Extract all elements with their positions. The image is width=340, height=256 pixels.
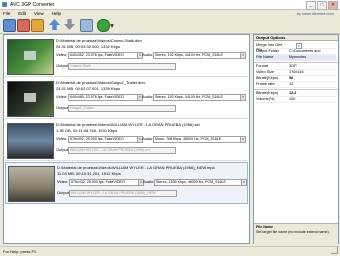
file-info: 04:31 MB, 00:03:32.000, 1332 Kbps xyxy=(56,44,121,49)
audio-field[interactable]: Stereo, 192 Kbps, 44100 Hz, PCM_S16LE ▾ xyxy=(153,52,246,59)
description-text: Set target file name (no include extend … xyxy=(256,230,330,234)
audio-label: Audio: xyxy=(143,179,155,184)
file-list: D:\Material de pruebas\Videos\Cosmo-Stal… xyxy=(3,34,250,244)
option-frame-rate[interactable]: Frame rate 12 xyxy=(256,82,336,88)
file-item[interactable]: D:\Material de pruebas\Videos\Cosmo-Stal… xyxy=(5,36,248,77)
menu-view[interactable]: View xyxy=(34,10,44,17)
file-item[interactable]: D:\Material de pruebas\Videos\Gulgo2_Tra… xyxy=(5,78,248,119)
video-thumbnail xyxy=(7,81,54,117)
file-item[interactable]: D:\Material de pruebas\Videos\WILLIAM WY… xyxy=(5,120,248,161)
minimize-icon[interactable]: _ xyxy=(306,1,316,10)
video-label: Video: xyxy=(56,94,68,99)
audio-label: Audio: xyxy=(142,136,154,141)
output-field[interactable]: WILLIAM WYLER - LA GRAN PRUEBA (1956).av… xyxy=(68,147,176,154)
video-field[interactable]: 576x432, 25.000 fps, FakeVIDEO ▾ xyxy=(68,136,143,143)
clear-list-icon[interactable] xyxy=(31,19,44,32)
file-path: D:\Material de pruebas\Videos\WILLIAM WY… xyxy=(57,165,215,170)
options-title: Output Options xyxy=(254,35,338,41)
move-down-icon[interactable] xyxy=(64,19,75,30)
audio-field[interactable]: Stereo, 192 Kbps, 44100 Hz, PCM_S16LE ▾ xyxy=(153,94,246,101)
file-info: 11.03 MB, 00:10:31.201, 1512 Kbps xyxy=(57,171,121,176)
window-title: AVC 3GP Converter xyxy=(10,2,55,8)
video-field[interactable]: 576x432, 25.000 fps, FakeVIDEO ▾ xyxy=(69,179,144,186)
video-field[interactable]: 640x352, 23.976 fps, FakeVIDEO ▾ xyxy=(68,52,143,59)
file-path: D:\Material de pruebas\Videos\Gulgo2_Tra… xyxy=(56,80,146,85)
video-thumbnail xyxy=(8,166,55,202)
audio-field[interactable]: Stereo, 1536 Kbps, 48000 Hz, PCM_S16LE ▾ xyxy=(154,179,247,186)
menu-file[interactable]: File xyxy=(3,10,10,17)
audio-label: Audio: xyxy=(142,94,154,99)
file-info: 1.35 GB, 02:11:48.766, 1531 Kbps xyxy=(56,128,118,133)
video-field[interactable]: 640x480, 23.976 fps, FakeVIDEO ▾ xyxy=(68,94,143,101)
output-options-panel: Output Options Merge Into One File ✓ Out… xyxy=(253,34,339,244)
video-thumbnail xyxy=(7,123,54,159)
output-field[interactable]: WILLIAM WYLER - LA GRAN PRUEBA (1956)_NE… xyxy=(69,190,177,197)
settings-wand-icon[interactable] xyxy=(80,19,93,32)
file-path: D:\Material de pruebas\Videos\WILLIAM WY… xyxy=(56,122,200,127)
resize-grip-icon[interactable] xyxy=(331,247,338,254)
menu-help[interactable]: Help xyxy=(52,10,61,17)
video-label: Video: xyxy=(56,52,68,57)
window-controls: _ □ ✕ xyxy=(306,1,338,10)
status-bar: For Help, press F1 xyxy=(0,246,340,255)
add-video-icon[interactable] xyxy=(3,19,16,32)
audio-field[interactable]: Mono, 768 Kbps, 48000 Hz, PCM_S16LE ▾ xyxy=(153,136,246,143)
video-label: Video: xyxy=(57,179,69,184)
video-label: Video: xyxy=(56,136,68,141)
option-volume[interactable]: Volume(%) 100 xyxy=(256,97,336,103)
status-text: For Help, press F1 xyxy=(3,249,37,254)
app-icon xyxy=(2,2,7,7)
title-bar: AVC 3GP Converter _ □ ✕ xyxy=(0,0,340,10)
file-info: 24.31 MB, 00:02:07.001, 1339 Kbps xyxy=(56,86,121,91)
file-item-selected[interactable]: D:\Material de pruebas\Videos\WILLIAM WY… xyxy=(5,162,248,204)
remove-video-icon[interactable] xyxy=(17,19,30,32)
description-title: File Name xyxy=(256,225,273,229)
brand-text: by www.tilineine.com xyxy=(296,11,334,16)
move-up-icon[interactable] xyxy=(49,19,60,30)
convert-dropdown-icon[interactable] xyxy=(110,24,114,28)
output-field[interactable]: Cosmo-Stalk xyxy=(68,63,176,70)
option-file-name[interactable]: File Name Mymovies xyxy=(256,55,336,61)
convert-button[interactable] xyxy=(97,19,110,32)
maximize-icon[interactable]: □ xyxy=(317,1,327,10)
audio-label: Audio: xyxy=(142,52,154,57)
option-description: File Name Set target file name (no inclu… xyxy=(254,223,338,244)
menu-edit[interactable]: Edit xyxy=(18,10,26,17)
toolbar xyxy=(0,17,340,34)
video-thumbnail xyxy=(7,39,54,75)
file-path: D:\Material de pruebas\Videos\Cosmo-Stal… xyxy=(56,38,142,43)
close-icon[interactable]: ✕ xyxy=(328,1,338,10)
output-field[interactable]: Gulgo2_Trailer xyxy=(68,105,176,112)
menu-bar: File Edit View Help xyxy=(0,10,340,17)
